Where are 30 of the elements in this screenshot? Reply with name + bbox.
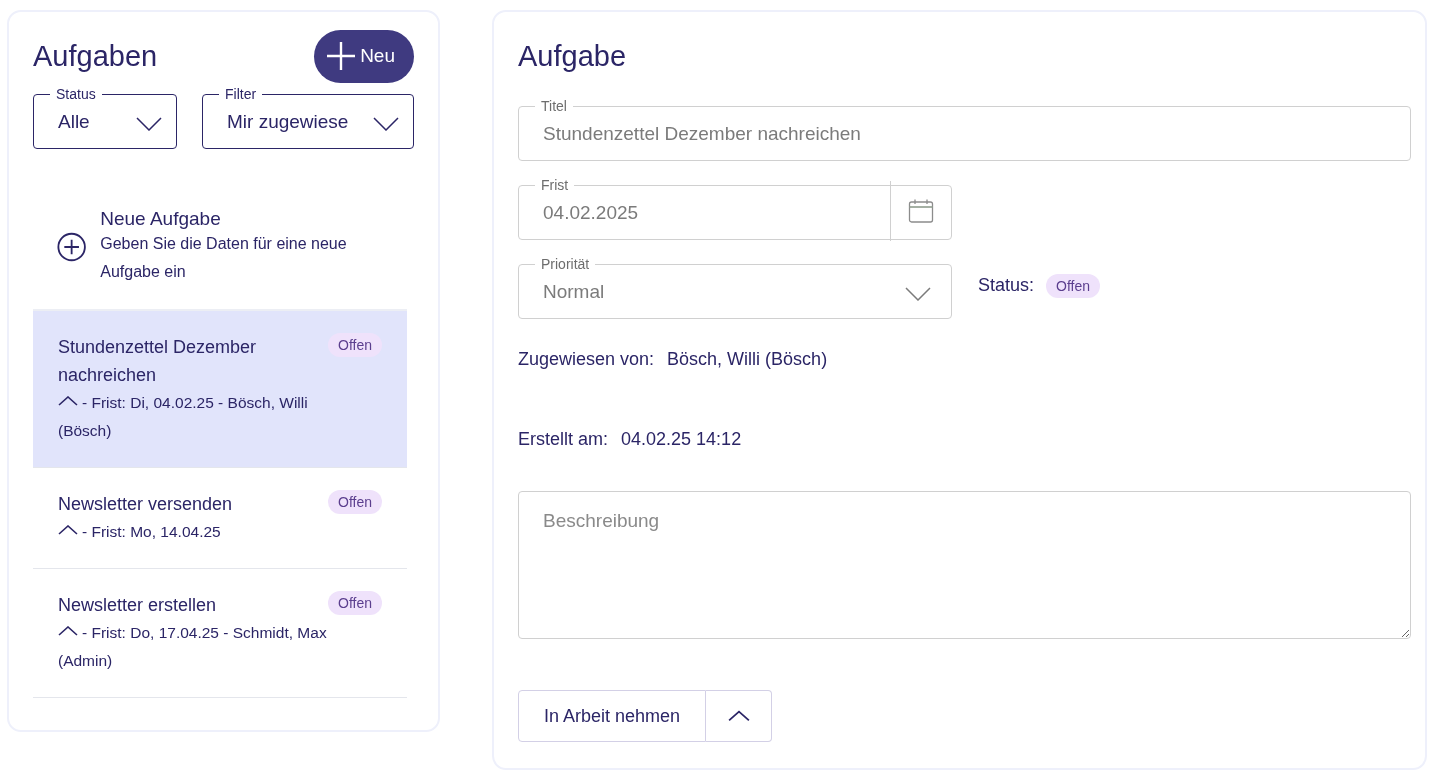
info-label: Zugewiesen von:: [518, 348, 655, 370]
status-badge: Offen: [328, 490, 382, 514]
task-item[interactable]: Newsletter versenden - Frist: Mo, 14.04.25 Offen: [33, 468, 407, 569]
new-task-hint: Geben Sie die Daten für eine neue Aufgabe ein: [100, 234, 348, 282]
panel-title: Aufgabe: [518, 38, 628, 74]
task-item[interactable]: Stundenzettel Dezember nachreichen - Frist: Di, 04.02.25 - Bösch, Willi (Bösch) Offen: [33, 311, 407, 468]
description-field[interactable]: Beschreibung: [518, 491, 1411, 639]
task-title: Newsletter erstellen: [58, 594, 218, 617]
status-label: Status:: [978, 275, 1035, 296]
status-badge: Offen: [328, 591, 382, 615]
task-meta: - Frist: Mo, 14.04.25: [58, 518, 328, 546]
new-task-title: Neue Aufgabe: [100, 208, 222, 230]
filter-select[interactable]: Filter Mir zugewiese: [202, 86, 414, 149]
task-meta: - Frist: Do, 17.04.25 - Schmidt, Max (Admin): [58, 623, 328, 671]
title-field[interactable]: Titel Stundenzettel Dezember nachreichen: [518, 98, 1411, 161]
status-badge: Offen: [1046, 273, 1101, 298]
task-meta: - Frist: Di, 04.02.25 - Bösch, Willi (Bösch): [58, 393, 309, 441]
task-title: Newsletter versenden: [58, 493, 234, 516]
priority-select[interactable]: Priorität Normal: [518, 256, 952, 319]
task-title: Stundenzettel Dezember nachreichen: [58, 336, 258, 387]
info-value: Bösch, Willi (Bösch): [667, 348, 828, 370]
start-work-button[interactable]: In Arbeit nehmen: [518, 690, 707, 742]
info-label: Erstellt am:: [518, 428, 609, 450]
new-button[interactable]: Neu: [314, 29, 414, 83]
status-select[interactable]: Status Alle: [33, 86, 177, 149]
task-item[interactable]: Newsletter erstellen - Frist: Do, 17.04.25 - Schmidt, Max (Admin) Offen: [33, 569, 407, 698]
info-value: 04.02.25 14:12: [621, 428, 742, 450]
panel-title: Aufgaben: [33, 39, 158, 73]
status-badge: Offen: [328, 333, 382, 357]
date-field[interactable]: Frist 04.02.2025: [518, 177, 952, 240]
